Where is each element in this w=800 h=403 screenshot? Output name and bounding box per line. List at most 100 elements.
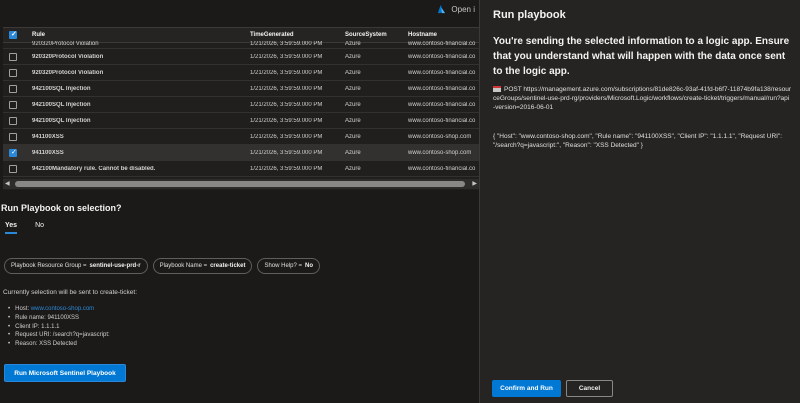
panel-title: Run playbook xyxy=(493,9,566,21)
cell-rule: 941100XSS xyxy=(32,150,64,156)
workbook-area: Open i Rule TimeGenerated SourceSystem H… xyxy=(0,0,479,403)
cell-time: 1/21/2026, 3:59:59.000 PM xyxy=(250,134,323,140)
cell-hostname: www.contoso-financial.co xyxy=(408,102,476,108)
detail-rule: Rule name: 941100XSS xyxy=(8,314,110,323)
param-playbook-name[interactable]: Playbook Name = create-ticket xyxy=(152,258,253,274)
cell-rule: 942100SQL Injection xyxy=(32,86,91,92)
col-header-source[interactable]: SourceSystem xyxy=(345,32,405,38)
yes-no-tabs: Yes No xyxy=(5,222,44,234)
table-row[interactable]: 942100SQL Injection 1/21/2026, 3:59:59.00… xyxy=(3,81,479,97)
cell-hostname: www.contoso-financial.co xyxy=(408,54,476,60)
detail-reason: Reason: XSS Detected xyxy=(8,340,110,349)
cancel-button[interactable]: Cancel xyxy=(566,380,613,397)
detail-host: Host: www.contoso-shop.com xyxy=(8,305,110,314)
cell-hostname: www.contoso-financial.co xyxy=(408,41,476,47)
horizontal-scrollbar[interactable]: ◀ ▶ xyxy=(3,179,479,189)
run-sentinel-playbook-button[interactable]: Run Microsoft Sentinel Playbook xyxy=(4,364,126,382)
tab-no[interactable]: No xyxy=(35,222,44,234)
table-row[interactable]: 941100XSS 1/21/2026, 3:59:59.000 PM Azure w… xyxy=(3,145,479,161)
row-checkbox[interactable] xyxy=(9,85,17,93)
row-checkbox[interactable] xyxy=(9,53,17,61)
param-value: No xyxy=(304,263,313,269)
selection-details: Host: www.contoso-shop.com Rule name: 94… xyxy=(8,305,110,349)
cell-time: 1/21/2026, 3:59:59.000 PM xyxy=(250,86,323,92)
detail-host-label: Host: xyxy=(15,306,30,312)
request-text: POST https://management.azure.com/subscr… xyxy=(493,86,792,112)
param-value: sentinel-use-prd-r xyxy=(89,263,141,269)
cell-hostname: www.contoso-financial.co xyxy=(408,118,476,124)
detail-client-ip: Client IP: 1.1.1.1 xyxy=(8,323,110,332)
cell-source: Azure xyxy=(345,70,361,76)
row-checkbox[interactable] xyxy=(9,165,17,173)
cell-hostname: www.contoso-financial.co xyxy=(408,86,476,92)
cell-time: 1/21/2026, 3:59:59.000 PM xyxy=(250,166,323,172)
row-checkbox[interactable] xyxy=(9,133,17,141)
panel-warning: You're sending the selected information … xyxy=(493,36,790,77)
row-checkbox[interactable] xyxy=(9,101,17,109)
table-row[interactable]: 920320Protocol Violation 1/21/2026, 3:59:… xyxy=(3,65,479,81)
run-playbook-panel: Run playbook You're sending the selected… xyxy=(479,0,800,403)
open-in-azure-link[interactable]: Open i xyxy=(437,5,475,14)
cell-source: Azure xyxy=(345,102,361,108)
table-row[interactable]: 942100SQL Injection 1/21/2026, 3:59:59.00… xyxy=(3,113,479,129)
cell-hostname: www.contoso-shop.com xyxy=(408,134,472,140)
parameter-pills: Playbook Resource Group = sentinel-use-pr… xyxy=(4,258,320,274)
col-header-hostname[interactable]: Hostname xyxy=(408,32,478,38)
cell-rule: 942100SQL Injection xyxy=(32,102,91,108)
results-grid: Rule TimeGenerated SourceSystem Hostname… xyxy=(3,27,479,190)
cell-time: 1/21/2026, 3:59:59.000 PM xyxy=(250,150,323,156)
tab-yes[interactable]: Yes xyxy=(5,222,18,234)
cell-rule: 941100XSS xyxy=(32,134,64,140)
cell-time: 1/21/2026, 3:59:59.000 PM xyxy=(250,41,323,47)
row-checkbox[interactable] xyxy=(9,117,17,125)
scrollbar-thumb[interactable] xyxy=(15,181,465,187)
param-show-help[interactable]: Show Help? = No xyxy=(257,258,320,274)
azure-icon xyxy=(438,5,446,14)
param-key: Playbook Name = xyxy=(159,263,208,269)
request-icon xyxy=(493,86,501,93)
cell-time: 1/21/2026, 3:59:59.000 PM xyxy=(250,118,323,124)
row-checkbox[interactable] xyxy=(9,69,17,77)
table-row[interactable]: 941100XSS 1/21/2026, 3:59:59.000 PM Azure w… xyxy=(3,129,479,145)
table-row[interactable]: 942100Mandatory rule. Cannot be disabled… xyxy=(3,161,479,177)
detail-host-link[interactable]: www.contoso-shop.com xyxy=(31,306,94,312)
selection-description: Currently selection will be sent to crea… xyxy=(3,289,138,296)
param-resource-group[interactable]: Playbook Resource Group = sentinel-use-pr… xyxy=(4,258,148,274)
detail-request-uri: Request URI: /search?q=javascript: xyxy=(8,331,110,340)
param-key: Playbook Resource Group = xyxy=(11,263,87,269)
cell-source: Azure xyxy=(345,54,361,60)
request-payload: { "Host": "www.contoso-shop.com", "Rule … xyxy=(493,133,783,150)
row-checkbox[interactable] xyxy=(9,148,17,157)
cell-hostname: www.contoso-financial.co xyxy=(408,166,476,172)
cell-source: Azure xyxy=(345,150,361,156)
param-value: create-ticket xyxy=(210,263,246,269)
param-key: Show Help? = xyxy=(264,263,302,269)
cell-rule: 920320Protocol Violation xyxy=(32,41,99,47)
cell-source: Azure xyxy=(345,86,361,92)
cell-rule: 920320Protocol Violation xyxy=(32,70,104,76)
request-line: POST https://management.azure.com/subscr… xyxy=(493,85,791,113)
cell-source: Azure xyxy=(345,41,361,47)
run-playbook-heading: Run Playbook on selection? xyxy=(1,203,122,213)
panel-footer: Confirm and Run Cancel xyxy=(492,380,613,397)
cell-source: Azure xyxy=(345,118,361,124)
cell-rule: 942100Mandatory rule. Cannot be disabled… xyxy=(32,166,156,172)
col-header-time[interactable]: TimeGenerated xyxy=(250,32,340,38)
cell-time: 1/21/2026, 3:59:59.000 PM xyxy=(250,70,323,76)
cell-hostname: www.contoso-shop.com xyxy=(408,150,472,156)
confirm-and-run-button[interactable]: Confirm and Run xyxy=(492,380,561,397)
select-all-checkbox[interactable] xyxy=(9,30,17,39)
cell-time: 1/21/2026, 3:59:59.000 PM xyxy=(250,54,323,60)
table-row[interactable]: 942100SQL Injection 1/21/2026, 3:59:59.00… xyxy=(3,97,479,113)
cell-rule: 920320Protocol Violation xyxy=(32,54,104,60)
col-header-rule[interactable]: Rule xyxy=(32,32,232,38)
cell-rule: 942100SQL Injection xyxy=(32,118,91,124)
cell-hostname: www.contoso-financial.co xyxy=(408,70,476,76)
table-row[interactable]: 920320Protocol Violation 1/21/2026, 3:59:… xyxy=(3,49,479,65)
cell-source: Azure xyxy=(345,166,361,172)
scroll-left-icon[interactable]: ◀ xyxy=(5,180,10,187)
workbook-toolbar: Open i xyxy=(0,0,479,26)
cell-source: Azure xyxy=(345,134,361,140)
scroll-right-icon[interactable]: ▶ xyxy=(472,180,477,187)
cell-time: 1/21/2026, 3:59:59.000 PM xyxy=(250,102,323,108)
